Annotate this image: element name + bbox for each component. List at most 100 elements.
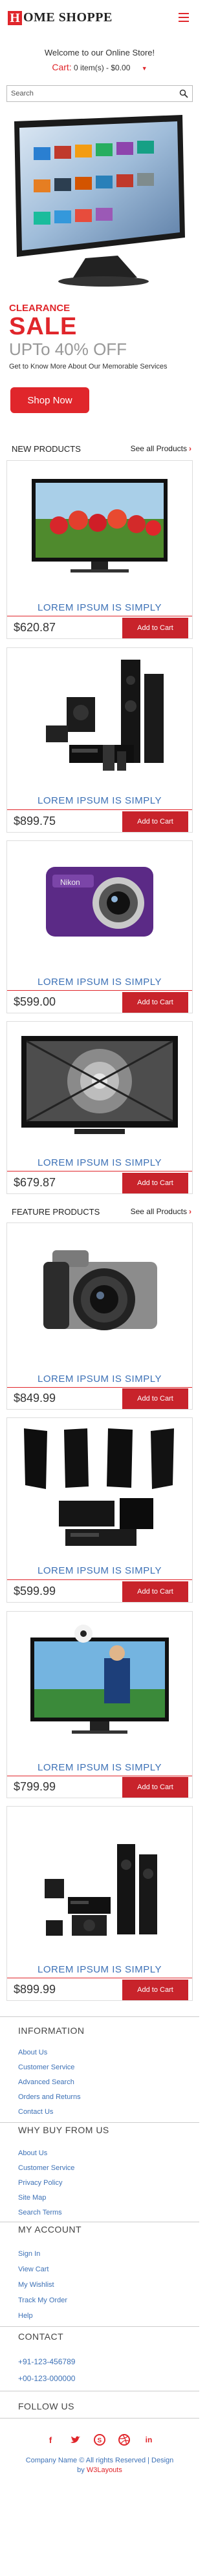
product-card[interactable]: LOREM IPSUM IS SIMPLY $899.99 Add to Car… (6, 1806, 193, 2001)
add-to-cart-button[interactable]: Add to Cart (122, 1388, 188, 1409)
svg-text:Nikon: Nikon (60, 878, 80, 887)
logo[interactable]: H OME SHOPPE (8, 10, 113, 25)
product-image[interactable] (7, 1418, 192, 1554)
see-all-link[interactable]: See all Products › (131, 444, 191, 453)
footer-link-help[interactable]: Help (18, 2312, 33, 2320)
product-image[interactable] (7, 1223, 192, 1360)
hero-tv-image (14, 115, 185, 287)
add-to-cart-button[interactable]: Add to Cart (122, 1980, 188, 2000)
hero-description: Get to Know More About Our Memorable Ser… (9, 363, 168, 370)
contact-phone-1[interactable]: +91-123-456789 (18, 2357, 75, 2366)
footer-link-track-order[interactable]: Track My Order (18, 2297, 67, 2304)
footer-contact-title: CONTACT (18, 2331, 64, 2342)
hero-banner: CLEARANCE SALE UPTo 40% OFF Get to Know … (6, 108, 193, 434)
footer-link-about-us-2[interactable]: About Us (18, 2149, 47, 2157)
twitter-icon[interactable] (69, 2433, 82, 2446)
hero-sale-title: SALE (9, 313, 78, 340)
feature-products-header: FEATURE PRODUCTS See all Products › (6, 1202, 193, 1221)
contact-phone-2[interactable]: +00-123-000000 (18, 2374, 75, 2383)
product-card[interactable]: Nikon LOREM IPSUM IS SIMPLY $599.00 Add … (6, 840, 193, 1013)
hero-clearance-label: CLEARANCE (9, 303, 71, 314)
section-title: FEATURE PRODUCTS (12, 1207, 100, 1217)
product-image[interactable] (7, 1022, 192, 1144)
social-links: f S in (0, 2433, 199, 2446)
cart-total: 0 item(s) - $0.00 (74, 63, 131, 72)
logo-text: OME SHOPPE (23, 10, 113, 25)
product-price: $599.99 (14, 1585, 56, 1597)
product-name[interactable]: LOREM IPSUM IS SIMPLY (7, 977, 192, 988)
new-products-header: NEW PRODUCTS See all Products › (6, 439, 193, 458)
search-input[interactable]: Search (6, 85, 193, 102)
facebook-icon[interactable]: f (44, 2433, 57, 2446)
footer-why-buy-title: WHY BUY FROM US (18, 2125, 109, 2135)
product-image[interactable]: Nikon (7, 841, 192, 964)
product-card[interactable]: LOREM IPSUM IS SIMPLY $620.87 Add to Car… (6, 460, 193, 639)
add-to-cart-button[interactable]: Add to Cart (122, 1173, 188, 1193)
footer-link-customer-service-2[interactable]: Customer Service (18, 2164, 74, 2172)
product-price: $599.00 (14, 995, 56, 1008)
footer-link-contact-us[interactable]: Contact Us (18, 2108, 53, 2116)
product-name[interactable]: LOREM IPSUM IS SIMPLY (7, 1762, 192, 1773)
hamburger-menu-icon[interactable] (179, 13, 189, 22)
shop-now-button[interactable]: Shop Now (10, 387, 89, 413)
product-price: $620.87 (14, 621, 56, 634)
footer-link-about-us[interactable]: About Us (18, 2049, 47, 2056)
add-to-cart-button[interactable]: Add to Cart (122, 1777, 188, 1798)
footer-link-orders-returns[interactable]: Orders and Returns (18, 2093, 81, 2101)
welcome-message: Welcome to our Online Store! (44, 48, 155, 57)
product-name[interactable]: LOREM IPSUM IS SIMPLY (7, 1157, 192, 1168)
product-name[interactable]: LOREM IPSUM IS SIMPLY (7, 1374, 192, 1384)
footer-link-advanced-search[interactable]: Advanced Search (18, 2078, 74, 2086)
skype-icon[interactable]: S (93, 2433, 106, 2446)
svg-text:S: S (98, 2437, 102, 2444)
chevron-right-icon: › (189, 1207, 191, 1216)
chevron-right-icon: › (189, 444, 191, 453)
copyright: Company Name © All rights Reserved | Des… (0, 2456, 199, 2475)
footer-link-sign-in[interactable]: Sign In (18, 2250, 40, 2258)
product-card[interactable]: LOREM IPSUM IS SIMPLY $849.99 Add to Car… (6, 1222, 193, 1410)
product-price: $679.87 (14, 1176, 56, 1189)
footer-link-privacy-policy[interactable]: Privacy Policy (18, 2179, 62, 2187)
footer-link-search-terms[interactable]: Search Terms (18, 2209, 62, 2216)
product-price: $849.99 (14, 1392, 56, 1405)
product-price: $899.75 (14, 815, 56, 827)
product-card[interactable]: LOREM IPSUM IS SIMPLY $799.99 Add to Car… (6, 1611, 193, 1798)
w3layouts-link[interactable]: W3Layouts (87, 2466, 122, 2474)
product-name[interactable]: LOREM IPSUM IS SIMPLY (7, 1964, 192, 1975)
footer-link-site-map[interactable]: Site Map (18, 2194, 46, 2202)
product-price: $899.99 (14, 1983, 56, 1996)
product-image[interactable] (7, 648, 192, 784)
caret-down-icon[interactable]: ▼ (142, 65, 147, 72)
footer-follow-title: FOLLOW US (18, 2401, 74, 2411)
product-name[interactable]: LOREM IPSUM IS SIMPLY (7, 1565, 192, 1576)
hero-discount: UPTo 40% OFF (9, 340, 127, 359)
see-all-link[interactable]: See all Products › (131, 1207, 191, 1216)
product-name[interactable]: LOREM IPSUM IS SIMPLY (7, 602, 192, 613)
linkedin-icon[interactable]: in (142, 2433, 155, 2446)
add-to-cart-button[interactable]: Add to Cart (122, 1581, 188, 1602)
footer-information-title: INFORMATION (18, 2025, 85, 2036)
product-card[interactable]: LOREM IPSUM IS SIMPLY $899.75 Add to Car… (6, 647, 193, 833)
search-icon[interactable] (179, 89, 188, 98)
add-to-cart-button[interactable]: Add to Cart (122, 992, 188, 1013)
product-price: $799.99 (14, 1780, 56, 1793)
section-title: NEW PRODUCTS (12, 444, 81, 454)
cart-summary[interactable]: Cart: 0 item(s) - $0.00 ▼ (0, 62, 199, 72)
product-image[interactable] (7, 1612, 192, 1749)
product-image[interactable] (7, 461, 192, 590)
product-name[interactable]: LOREM IPSUM IS SIMPLY (7, 795, 192, 806)
copyright-by: by (77, 2466, 87, 2474)
footer-link-view-cart[interactable]: View Cart (18, 2266, 49, 2273)
cart-label: Cart: (52, 62, 72, 72)
product-card[interactable]: LOREM IPSUM IS SIMPLY $679.87 Add to Car… (6, 1021, 193, 1194)
header: H OME SHOPPE (0, 0, 199, 45)
dribbble-icon[interactable] (118, 2433, 131, 2446)
footer-account-title: MY ACCOUNT (18, 2224, 82, 2235)
product-card[interactable]: LOREM IPSUM IS SIMPLY $599.99 Add to Car… (6, 1417, 193, 1603)
footer-link-customer-service[interactable]: Customer Service (18, 2064, 74, 2071)
add-to-cart-button[interactable]: Add to Cart (122, 618, 188, 638)
add-to-cart-button[interactable]: Add to Cart (122, 811, 188, 832)
footer-link-wishlist[interactable]: My Wishlist (18, 2281, 54, 2289)
logo-mark: H (8, 10, 22, 25)
product-image[interactable] (7, 1807, 192, 1951)
